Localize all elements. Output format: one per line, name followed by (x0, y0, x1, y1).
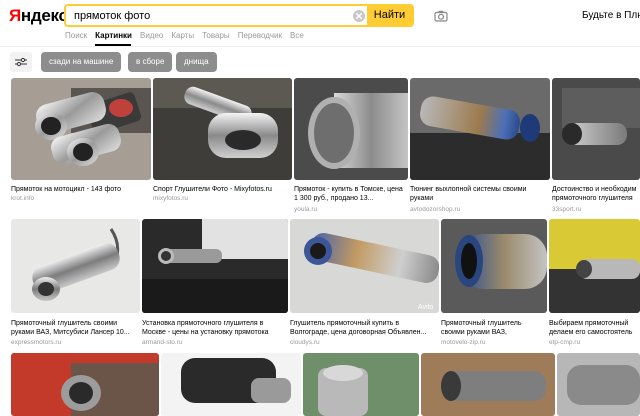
result-caption[interactable]: Тюнинг выхлопной системы своими руками (410, 185, 546, 203)
result-image[interactable] (557, 353, 640, 416)
header: Яндекс Найти Будьте в Плюсе (0, 0, 640, 32)
tab-all[interactable]: Все (290, 31, 304, 43)
result-caption[interactable]: Прямоток на мотоцикл - 143 фото (11, 185, 151, 194)
result-image[interactable] (142, 219, 288, 313)
yandex-logo[interactable]: Яндекс (9, 6, 68, 26)
clear-icon[interactable] (353, 10, 365, 22)
chip-bottoms[interactable]: днища (176, 52, 217, 72)
result-image[interactable] (11, 219, 140, 313)
result-source[interactable]: avtodozorshop.ru (410, 206, 550, 213)
tab-maps[interactable]: Карты (171, 31, 194, 43)
result-image[interactable] (421, 353, 555, 416)
result-source[interactable]: mixyfotos.ru (153, 195, 292, 202)
avito-watermark: Avito (418, 304, 434, 311)
tab-search[interactable]: Поиск (65, 31, 87, 43)
result-image[interactable] (410, 78, 550, 180)
result-image[interactable] (294, 78, 408, 180)
chip-assembled[interactable]: в сборе (128, 52, 173, 72)
camera-icon[interactable] (434, 9, 448, 22)
search-box: Найти (64, 4, 414, 27)
result-source[interactable]: krot.info (11, 195, 151, 202)
result-source[interactable]: armand-sto.ru (142, 339, 288, 346)
result-source[interactable]: youla.ru (294, 206, 408, 213)
result-source[interactable]: 33sport.ru (552, 206, 640, 213)
logo-letter: Я (9, 6, 21, 25)
result-image[interactable] (11, 78, 151, 180)
result-image[interactable] (549, 219, 640, 313)
result-image[interactable] (11, 353, 159, 416)
result-source[interactable]: etp-cmp.ru (549, 339, 640, 346)
result-image[interactable] (552, 78, 640, 180)
chip-rear-of-car[interactable]: сзади на машине (41, 52, 122, 72)
result-image[interactable] (153, 78, 292, 180)
result-caption[interactable]: Прямоточный глушитель своими руками ВАЗ, (441, 319, 547, 337)
tab-products[interactable]: Товары (202, 31, 230, 43)
tab-video[interactable]: Видео (140, 31, 163, 43)
result-source[interactable]: cloudys.ru (290, 339, 439, 346)
plus-link[interactable]: Будьте в Плюсе (582, 10, 640, 21)
result-image[interactable] (303, 353, 419, 416)
result-image[interactable]: Avito (290, 219, 439, 313)
result-caption[interactable]: Установка прямоточного глушителя в Москв… (142, 319, 284, 337)
result-image[interactable] (161, 353, 301, 416)
filter-button[interactable] (10, 52, 32, 72)
result-image[interactable] (441, 219, 547, 313)
result-caption[interactable]: Глушитель прямоточный купить в Волгоград… (290, 319, 435, 337)
result-source[interactable]: motovelo-zip.ru (441, 339, 547, 346)
tab-images[interactable]: Картинки (95, 31, 132, 43)
logo-text: ндекс (20, 6, 68, 25)
result-caption[interactable]: Выбираем прямоточный делаем его самостоя… (549, 319, 640, 337)
result-caption[interactable]: Прямоточный глушитель своими руками ВАЗ,… (11, 319, 140, 337)
search-input[interactable] (74, 8, 344, 24)
header-divider (0, 46, 640, 47)
result-source[interactable]: expressmotors.ru (11, 339, 140, 346)
search-button[interactable]: Найти (367, 6, 412, 25)
tab-translator[interactable]: Переводчик (238, 31, 282, 43)
search-tabs: Поиск Картинки Видео Карты Товары Перево… (65, 31, 304, 43)
result-caption[interactable]: Достоинство и необходим прямоточного глу… (552, 185, 640, 203)
filter-icon (15, 57, 27, 67)
result-caption[interactable]: Спорт Глушители Фото - Mixyfotos.ru (153, 185, 292, 194)
